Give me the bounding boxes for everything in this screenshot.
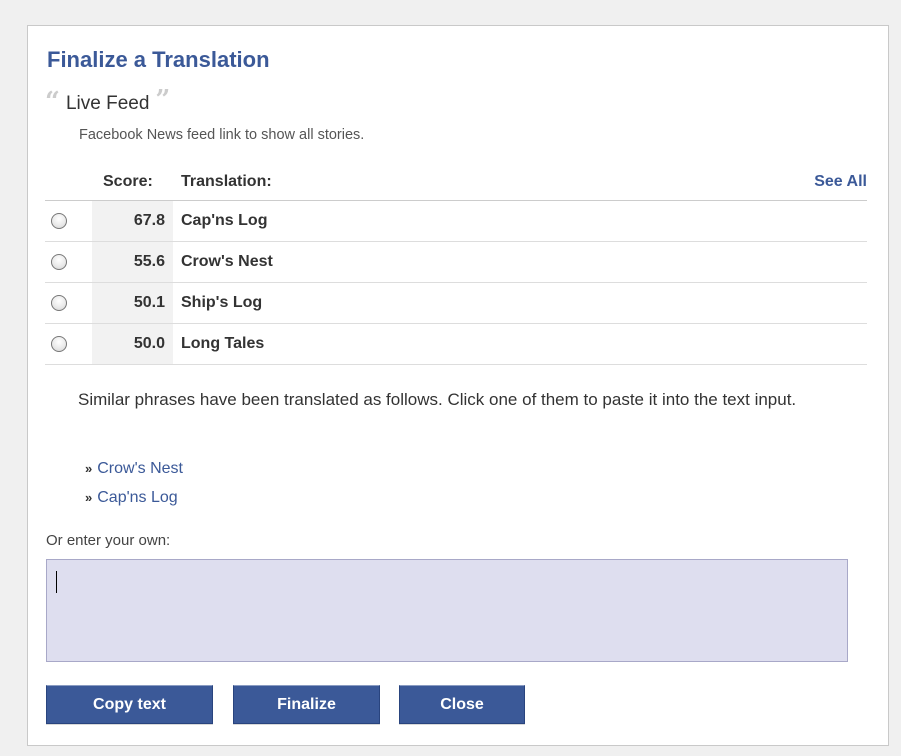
bullet-icon: » <box>85 490 93 505</box>
finalize-translation-dialog: Finalize a Translation “ Live Feed ” Fac… <box>27 25 889 746</box>
source-phrase-description: Facebook News feed link to show all stor… <box>79 127 365 143</box>
suggestion-link-capns-log[interactable]: Cap'ns Log <box>97 489 177 506</box>
see-all-link[interactable]: See All <box>814 170 867 194</box>
translations-table-header: Score: Translation: See All <box>45 170 867 200</box>
score-cell: 50.1 <box>92 283 173 323</box>
text-cursor <box>56 571 57 593</box>
translation-cell: Long Tales <box>181 335 265 352</box>
score-cell: 67.8 <box>92 201 173 241</box>
score-cell: 55.6 <box>92 242 173 282</box>
similar-phrases-text: Similar phrases have been translated as … <box>78 390 797 409</box>
translations-table: 67.8 Cap'ns Log 55.6 Crow's Nest 50.1 Sh… <box>45 200 867 365</box>
source-phrase: “ Live Feed ” <box>45 87 170 117</box>
source-phrase-text: Live Feed <box>65 93 150 114</box>
bullet-icon: » <box>85 461 93 476</box>
translation-column-header: Translation: <box>181 173 272 190</box>
translation-radio[interactable] <box>51 213 67 229</box>
translation-radio[interactable] <box>51 336 67 352</box>
copy-text-button[interactable]: Copy text <box>46 685 213 724</box>
suggestion-link-crows-nest[interactable]: Crow's Nest <box>97 460 183 477</box>
list-item: » Crow's Nest <box>85 454 183 483</box>
own-translation-label: Or enter your own: <box>46 532 171 549</box>
score-column-header: Score: <box>103 173 153 190</box>
translation-cell: Cap'ns Log <box>181 212 268 229</box>
table-row[interactable]: 55.6 Crow's Nest <box>45 242 867 283</box>
list-item: » Cap'ns Log <box>85 483 183 512</box>
score-cell: 50.0 <box>92 324 173 364</box>
table-row[interactable]: 67.8 Cap'ns Log <box>45 201 867 242</box>
suggestion-list: » Crow's Nest » Cap'ns Log <box>85 454 183 512</box>
translation-radio[interactable] <box>51 295 67 311</box>
close-quote-icon: ” <box>155 85 171 115</box>
translation-cell: Crow's Nest <box>181 253 273 270</box>
close-button[interactable]: Close <box>399 685 525 724</box>
translation-cell: Ship's Log <box>181 294 263 311</box>
open-quote-icon: “ <box>45 87 60 117</box>
translation-radio[interactable] <box>51 254 67 270</box>
table-row[interactable]: 50.0 Long Tales <box>45 324 867 365</box>
own-translation-input[interactable] <box>46 559 848 662</box>
dialog-title: Finalize a Translation <box>47 47 270 72</box>
table-row[interactable]: 50.1 Ship's Log <box>45 283 867 324</box>
finalize-button[interactable]: Finalize <box>233 685 380 724</box>
